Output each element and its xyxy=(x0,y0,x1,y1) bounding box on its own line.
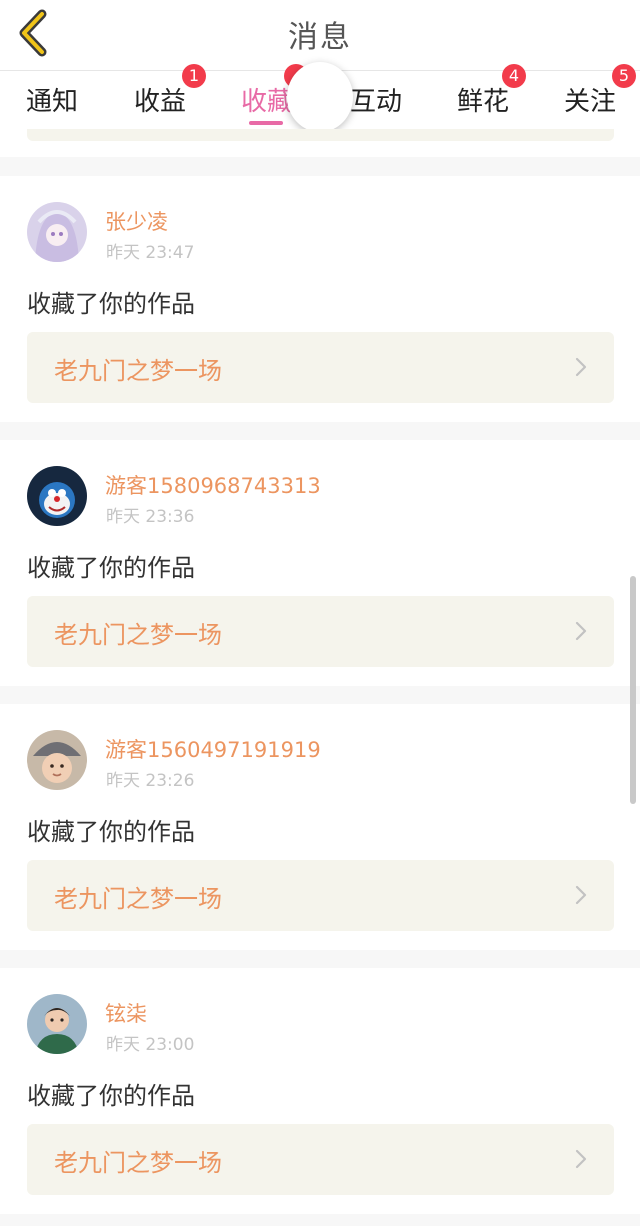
work-title: 老九门之梦一场 xyxy=(54,1149,222,1177)
timestamp: 昨天 23:47 xyxy=(106,243,195,263)
timestamp: 昨天 23:26 xyxy=(106,771,195,791)
action-text: 收藏了你的作品 xyxy=(27,290,195,318)
work-title: 老九门之梦一场 xyxy=(54,621,222,649)
username[interactable]: 铉柒 xyxy=(105,998,147,1028)
message-card: 游客1580968743313 昨天 23:36 收藏了你的作品 老九门之梦一场 xyxy=(0,440,640,686)
message-card: 张少凌 昨天 23:47 收藏了你的作品 老九门之梦一场 xyxy=(0,176,640,422)
tab-follows[interactable]: 关注 xyxy=(564,81,616,118)
chevron-right-icon xyxy=(575,1149,587,1169)
tab-interactions[interactable]: 互动 xyxy=(350,81,402,118)
previous-work-link[interactable] xyxy=(27,129,614,141)
work-link[interactable]: 老九门之梦一场 xyxy=(27,332,614,403)
work-title: 老九门之梦一场 xyxy=(54,357,222,385)
action-text: 收藏了你的作品 xyxy=(27,818,195,846)
message-card: 游客1560497191919 昨天 23:26 收藏了你的作品 老九门之梦一场 xyxy=(0,704,640,950)
tab-earnings[interactable]: 收益 xyxy=(134,81,186,118)
follows-badge: 5 xyxy=(612,64,636,88)
touch-indicator xyxy=(287,62,353,132)
tab-notifications[interactable]: 通知 xyxy=(26,81,78,118)
work-link[interactable]: 老九门之梦一场 xyxy=(27,860,614,931)
earnings-badge: 1 xyxy=(182,64,206,88)
work-title: 老九门之梦一场 xyxy=(54,885,222,913)
previous-message-card xyxy=(0,129,640,157)
page-title: 消息 xyxy=(288,20,352,55)
chevron-right-icon xyxy=(575,885,587,905)
username[interactable]: 游客1560497191919 xyxy=(105,734,321,764)
tab-favorites[interactable]: 收藏 xyxy=(241,81,293,118)
header-bar: 消息 xyxy=(0,0,640,71)
flowers-badge: 4 xyxy=(502,64,526,88)
timestamp: 昨天 23:36 xyxy=(106,507,195,527)
username[interactable]: 游客1580968743313 xyxy=(105,470,321,500)
avatar[interactable] xyxy=(27,994,87,1054)
message-card: 铉柒 昨天 23:00 收藏了你的作品 老九门之梦一场 xyxy=(0,968,640,1214)
scrollbar[interactable] xyxy=(630,576,636,804)
active-tab-indicator xyxy=(249,121,283,125)
work-link[interactable]: 老九门之梦一场 xyxy=(27,596,614,667)
action-text: 收藏了你的作品 xyxy=(27,554,195,582)
chevron-right-icon xyxy=(575,357,587,377)
tab-flowers[interactable]: 鲜花 xyxy=(457,81,509,118)
avatar[interactable] xyxy=(27,202,87,262)
avatar[interactable] xyxy=(27,730,87,790)
work-link[interactable]: 老九门之梦一场 xyxy=(27,1124,614,1195)
username[interactable]: 张少凌 xyxy=(105,206,168,236)
action-text: 收藏了你的作品 xyxy=(27,1082,195,1110)
avatar[interactable] xyxy=(27,466,87,526)
timestamp: 昨天 23:00 xyxy=(106,1035,195,1055)
chevron-right-icon xyxy=(575,621,587,641)
